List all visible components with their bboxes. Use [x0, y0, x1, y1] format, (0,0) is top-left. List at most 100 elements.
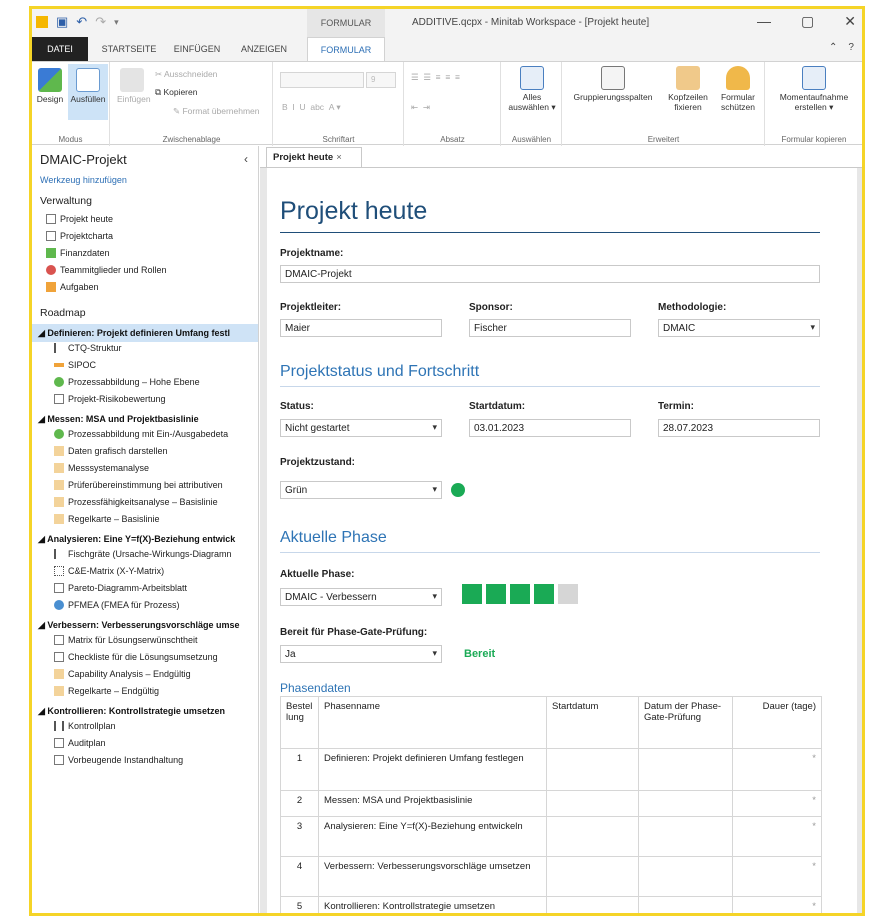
tab-einfuegen[interactable]: EINFÜGEN [168, 37, 226, 61]
kopieren-button[interactable]: ⧉ Kopieren [155, 87, 197, 98]
redo-icon[interactable]: ↷ [95, 14, 106, 30]
nav-item-team[interactable]: Teammitglieder und Rollen [46, 265, 167, 275]
tab-projekt-heute[interactable]: Projekt heute × [266, 147, 362, 167]
nav-item-messsystemanalyse[interactable]: Messsystemanalyse [54, 463, 149, 473]
alles-auswaehlen-button[interactable]: Alles auswählen ▾ [506, 66, 558, 112]
nav-item-finanzdaten[interactable]: Finanzdaten [46, 248, 110, 258]
momentaufnahme-button[interactable]: Momentaufnahme erstellen ▾ [768, 66, 860, 112]
nav-item-prozessabbildung[interactable]: Prozessabbildung – Hohe Ebene [54, 377, 200, 387]
document-icon [54, 755, 64, 765]
gate-dropdown[interactable]: Ja [280, 645, 442, 663]
nav-item-regelkarte-endg[interactable]: Regelkarte – Endgültig [54, 686, 159, 696]
nav-item-fischgraete[interactable]: Fischgräte (Ursache-Wirkungs-Diagramn [54, 549, 232, 559]
termin-field[interactable]: 28.07.2023 [658, 419, 820, 437]
nav-item-pfmea[interactable]: PFMEA (FMEA für Prozess) [54, 600, 180, 610]
nav-item-instandhaltung[interactable]: Vorbeugende Instandhaltung [54, 755, 183, 765]
projektname-field[interactable]: DMAIC-Projekt [280, 265, 820, 283]
cell-start[interactable] [546, 790, 639, 817]
phase-analysieren[interactable]: ◢ Analysieren: Eine Y=f(X)-Beziehung ent… [32, 530, 258, 548]
nav-item-checkliste[interactable]: Checkliste für die Lösungsumsetzung [54, 652, 218, 662]
ausfuellen-button[interactable]: Ausfüllen [68, 64, 108, 120]
zustand-dropdown[interactable]: Grün [280, 481, 442, 499]
customize-qat-icon[interactable]: ▾ [114, 17, 119, 28]
nav-item-ctq[interactable]: CTQ-Struktur [54, 343, 122, 353]
tab-anzeigen[interactable]: ANZEIGEN [232, 37, 296, 61]
nav-item-pareto[interactable]: Pareto-Diagramm-Arbeitsblatt [54, 583, 187, 593]
cell-name[interactable]: Analysieren: Eine Y=f(X)-Beziehung entwi… [318, 816, 547, 857]
cell-num: 5 [280, 896, 319, 913]
einfuegen-button[interactable]: Einfügen [117, 68, 151, 104]
cell-dur: * [732, 748, 822, 791]
cell-gate[interactable] [638, 790, 733, 817]
minimize-icon[interactable]: — [757, 13, 771, 30]
font-size-select[interactable]: 9 [366, 72, 396, 88]
col-header: Phasenname [318, 696, 547, 749]
nav-item-risikobewertung[interactable]: Projekt-Risikobewertung [54, 394, 166, 404]
nav-item-ce-matrix[interactable]: C&E-Matrix (X-Y-Matrix) [54, 566, 164, 576]
nav-item-auditplan[interactable]: Auditplan [54, 738, 106, 748]
kopfzeilen-fixieren-button[interactable]: Kopfzeilen fixieren [661, 66, 715, 112]
nav-item-capability[interactable]: Capability Analysis – Endgültig [54, 669, 191, 679]
sponsor-field[interactable]: Fischer [469, 319, 631, 337]
phasendaten-heading: Phasendaten [280, 681, 351, 695]
indent-buttons[interactable]: ⇤ ⇥ [411, 102, 430, 113]
analysis-icon [54, 480, 64, 490]
cell-name[interactable]: Messen: MSA und Projektbasislinie [318, 790, 547, 817]
cell-gate[interactable] [638, 748, 733, 791]
startdatum-field[interactable]: 03.01.2023 [469, 419, 631, 437]
cell-start[interactable] [546, 856, 639, 897]
cell-start[interactable] [546, 748, 639, 791]
nav-item-sipoc[interactable]: SIPOC [54, 360, 96, 370]
restore-icon[interactable]: ▢ [801, 13, 814, 30]
phase-definieren[interactable]: ◢ Definieren: Projekt definieren Umfang … [32, 324, 258, 342]
close-icon[interactable]: ✕ [844, 13, 856, 30]
formular-schuetzen-button[interactable]: Formular schützen [715, 66, 761, 112]
app-logo-icon [36, 16, 48, 28]
gruppierungsspalten-button[interactable]: Gruppierungsspalten [567, 66, 659, 102]
nav-item-projektcharta[interactable]: Projektcharta [46, 231, 113, 241]
phase-kontrollieren[interactable]: ◢ Kontrollieren: Kontrollstrategie umset… [32, 702, 258, 720]
tab-formular[interactable]: FORMULAR [307, 37, 385, 62]
nav-item-prozessfaehigkeit[interactable]: Prozessfähigkeitsanalyse – Basislinie [54, 497, 218, 507]
lock-icon [726, 66, 750, 90]
methodologie-dropdown[interactable]: DMAIC [658, 319, 820, 337]
cell-start[interactable] [546, 896, 639, 913]
collapse-pane-icon[interactable]: ‹ [244, 152, 248, 166]
nav-item-prueferuebereinstimmung[interactable]: Prüferübereinstimmung bei attributiven [54, 480, 223, 490]
tab-startseite[interactable]: STARTSEITE [96, 37, 162, 61]
font-format-buttons[interactable]: B I U abc A ▾ [282, 102, 341, 113]
cell-name[interactable]: Kontrollieren: Kontrollstrategie umsetze… [318, 896, 547, 913]
tab-datei[interactable]: DATEI [32, 37, 88, 61]
nav-item-prozess-ein-aus[interactable]: Prozessabbildung mit Ein-/Ausgabedeta [54, 429, 228, 439]
nav-item-loesungserwuenschtheit[interactable]: Matrix für Lösungserwünschtheit [54, 635, 198, 645]
analysis-icon [54, 669, 64, 679]
cell-start[interactable] [546, 816, 639, 857]
nav-item-projekt-heute[interactable]: Projekt heute [46, 214, 113, 224]
ausschneiden-button[interactable]: ✂ Ausschneiden [155, 69, 217, 80]
design-button[interactable]: Design [34, 68, 66, 104]
save-icon[interactable]: ▣ [56, 14, 68, 30]
aktuelle-phase-dropdown[interactable]: DMAIC - Verbessern [280, 588, 442, 606]
cell-name[interactable]: Verbessern: Verbesserungsvorschläge umse… [318, 856, 547, 897]
status-dropdown[interactable]: Nicht gestartet [280, 419, 442, 437]
nav-item-kontrollplan[interactable]: Kontrollplan [54, 721, 116, 731]
cell-gate[interactable] [638, 896, 733, 913]
format-uebernehmen-button[interactable]: ✎ Format übernehmen [173, 106, 260, 117]
list-buttons[interactable]: ☰ ☰ ≡ ≡ ≡ [411, 72, 460, 83]
matrix-icon [54, 566, 64, 576]
font-family-select[interactable] [280, 72, 364, 88]
close-tab-icon[interactable]: × [336, 152, 342, 163]
phase-messen[interactable]: ◢ Messen: MSA und Projektbasislinie [32, 410, 258, 428]
ribbon-collapse-icon[interactable]: ⌃ ? [829, 42, 854, 53]
phase-verbessern[interactable]: ◢ Verbessern: Verbesserungsvorschläge um… [32, 616, 258, 634]
cell-gate[interactable] [638, 856, 733, 897]
projektleiter-field[interactable]: Maier [280, 319, 442, 337]
nav-item-regelkarte-basis[interactable]: Regelkarte – Basislinie [54, 514, 160, 524]
grouping-columns-icon [601, 66, 625, 90]
undo-icon[interactable]: ↶ [76, 14, 87, 30]
add-tool-link[interactable]: Werkzeug hinzufügen [40, 175, 127, 185]
nav-item-aufgaben[interactable]: Aufgaben [46, 282, 99, 292]
cell-gate[interactable] [638, 816, 733, 857]
cell-name[interactable]: Definieren: Projekt definieren Umfang fe… [318, 748, 547, 791]
nav-item-daten-grafisch[interactable]: Daten grafisch darstellen [54, 446, 168, 456]
